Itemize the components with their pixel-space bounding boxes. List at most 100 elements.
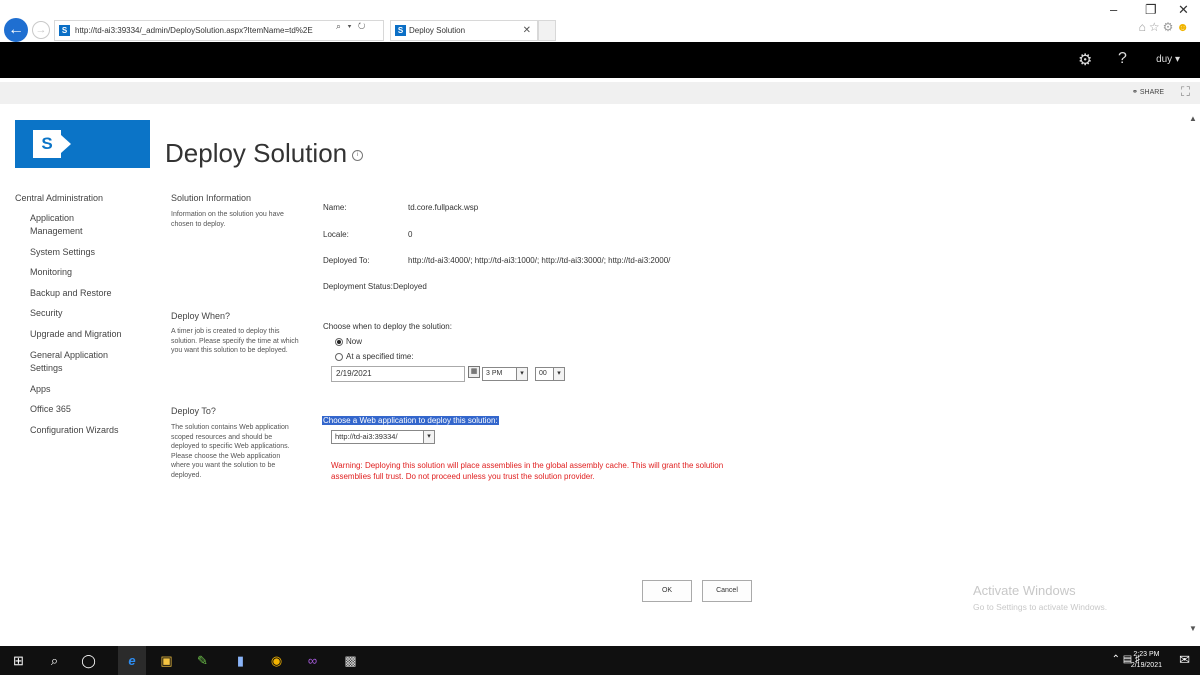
nav-item-application-management[interactable]: Application Management bbox=[30, 212, 125, 238]
date-input[interactable]: 2/19/2021 bbox=[331, 366, 465, 382]
radio-now-label: Now bbox=[346, 337, 363, 346]
scroll-up-icon[interactable]: ▲ bbox=[1189, 114, 1197, 123]
deployed-to-value: http://td-ai3:4000/; http://td-ai3:1000/… bbox=[408, 256, 671, 265]
nav-item-office-365[interactable]: Office 365 bbox=[30, 403, 125, 416]
taskbar-date: 2/19/2021 bbox=[1130, 662, 1162, 669]
sharepoint-arrow-icon bbox=[61, 135, 71, 153]
taskbar-time: 2:23 PM bbox=[1133, 651, 1160, 658]
sharepoint-favicon-icon: S bbox=[59, 25, 70, 36]
nav-item-general-application-settings[interactable]: General Application Settings bbox=[30, 349, 125, 375]
nav-item-apps[interactable]: Apps bbox=[30, 383, 125, 396]
activate-windows-title: Activate Windows bbox=[973, 583, 1076, 598]
help-icon[interactable]: ? bbox=[1118, 50, 1127, 68]
deployment-status-label: Deployment Status: bbox=[323, 282, 393, 291]
search-icon[interactable]: ⌕ bbox=[46, 652, 63, 669]
notification-icon[interactable]: ✉ bbox=[1179, 652, 1190, 668]
powershell-icon[interactable]: ▮ bbox=[232, 652, 249, 669]
address-bar[interactable]: S http://td-ai3:39334/_admin/DeploySolut… bbox=[54, 20, 384, 41]
chevron-down-icon: ▾ bbox=[1174, 54, 1180, 65]
new-tab-button[interactable] bbox=[538, 20, 556, 41]
info-icon[interactable]: i bbox=[352, 150, 363, 161]
settings-gear-icon[interactable]: ⚙ bbox=[1163, 20, 1177, 34]
hour-select[interactable]: 3 PM ▾ bbox=[482, 367, 528, 381]
nav-item-backup-restore[interactable]: Backup and Restore bbox=[30, 287, 125, 300]
search-icon[interactable]: ⌕ bbox=[336, 21, 343, 31]
windows-start-icon[interactable]: ⊞ bbox=[10, 652, 27, 669]
section-desc-solution-information: Information on the solution you have cho… bbox=[171, 211, 284, 228]
paint-icon[interactable]: ✎ bbox=[194, 652, 211, 669]
refresh-icon[interactable]: ↻ bbox=[358, 21, 368, 31]
page-scrollbar[interactable]: ▲ ▼ bbox=[1186, 110, 1200, 638]
nav-item-system-settings[interactable]: System Settings bbox=[30, 246, 125, 259]
suite-bar: ⚙ ? duy ▾ bbox=[0, 42, 1200, 78]
close-window-button[interactable]: ✕ bbox=[1178, 2, 1189, 18]
name-label: Name: bbox=[323, 203, 347, 212]
section-title-deploy-to: Deploy To? bbox=[171, 406, 216, 416]
radio-specified-label: At a specified time: bbox=[346, 352, 414, 361]
ribbon: ⚭ SHARE ⛶ bbox=[0, 82, 1200, 104]
deploy-when-prompt: Choose when to deploy the solution: bbox=[323, 322, 452, 331]
hour-value: 3 PM bbox=[486, 370, 503, 377]
file-explorer-icon[interactable]: ▣ bbox=[158, 652, 175, 669]
nav-item-security[interactable]: Security bbox=[30, 307, 125, 320]
web-application-value: http://td-ai3:39334/ bbox=[335, 432, 398, 441]
nav-item-configuration-wizards[interactable]: Configuration Wizards bbox=[30, 424, 125, 437]
forward-button[interactable]: → bbox=[32, 21, 50, 39]
task-view-icon[interactable]: ◯ bbox=[80, 652, 97, 669]
user-menu[interactable]: duy ▾ bbox=[1156, 54, 1180, 65]
internet-explorer-icon[interactable]: e bbox=[118, 646, 146, 675]
favorites-star-icon[interactable]: ☆ bbox=[1149, 20, 1163, 34]
share-icon: ⚭ bbox=[1132, 89, 1138, 96]
nav-item-upgrade-migration[interactable]: Upgrade and Migration bbox=[30, 328, 125, 341]
page-title: Deploy Solution bbox=[165, 138, 348, 168]
taskbar-clock[interactable]: 2:23 PM 2/19/2021 bbox=[1131, 649, 1162, 671]
browser-toolbar-icons: ⌂☆⚙☻ bbox=[1139, 20, 1192, 34]
sharepoint-s-icon: S bbox=[33, 130, 61, 158]
scroll-down-icon[interactable]: ▼ bbox=[1189, 624, 1197, 633]
section-title-solution-information: Solution Information bbox=[171, 193, 252, 203]
chevron-down-icon: ▾ bbox=[516, 368, 527, 380]
web-application-select[interactable]: http://td-ai3:39334/ ▾ bbox=[331, 430, 435, 444]
address-tools[interactable]: ⌕ ▾ ↻ bbox=[336, 21, 367, 32]
section-title-deploy-when: Deploy When? bbox=[171, 311, 231, 321]
solution-locale: 0 bbox=[408, 230, 413, 239]
close-tab-icon[interactable]: ✕ bbox=[523, 21, 531, 40]
chrome-icon[interactable]: ◉ bbox=[268, 652, 285, 669]
minimize-button[interactable]: – bbox=[1110, 2, 1117, 17]
address-url: http://td-ai3:39334/_admin/DeploySolutio… bbox=[75, 26, 313, 35]
focus-on-content-icon[interactable]: ⛶ bbox=[1181, 84, 1190, 100]
nav-item-monitoring[interactable]: Monitoring bbox=[30, 266, 125, 279]
nav-heading[interactable]: Central Administration bbox=[15, 193, 103, 203]
dropdown-icon[interactable]: ▾ bbox=[348, 21, 354, 31]
feedback-smiley-icon[interactable]: ☻ bbox=[1176, 20, 1192, 34]
radio-now-control[interactable] bbox=[335, 337, 343, 346]
minute-select[interactable]: 00 ▾ bbox=[535, 367, 565, 381]
cancel-button[interactable]: Cancel bbox=[702, 580, 752, 602]
home-icon[interactable]: ⌂ bbox=[1139, 20, 1149, 34]
app-icon[interactable]: ▩ bbox=[342, 652, 359, 669]
solution-name: td.core.fullpack.wsp bbox=[408, 203, 479, 212]
section-desc-deploy-to: The solution contains Web application sc… bbox=[171, 424, 290, 479]
ok-button[interactable]: OK bbox=[642, 580, 692, 602]
share-button[interactable]: ⚭ SHARE bbox=[1132, 88, 1164, 96]
radio-specified-control[interactable] bbox=[335, 352, 343, 361]
settings-gear-icon[interactable]: ⚙ bbox=[1078, 50, 1092, 70]
locale-label: Locale: bbox=[323, 230, 349, 239]
calendar-icon[interactable]: ▦ bbox=[468, 366, 480, 378]
section-desc-deploy-when: A timer job is created to deploy this so… bbox=[171, 328, 299, 354]
tab-title: Deploy Solution bbox=[409, 26, 466, 35]
windows-taskbar: ⊞ ⌕ ◯ e ▣ ✎ ▮ ◉ ∞ ▩ ⌃ ▤ ♯ 2:23 PM 2/19/2… bbox=[0, 646, 1200, 675]
back-button[interactable]: ← bbox=[4, 18, 28, 42]
radio-now[interactable]: Now bbox=[335, 337, 362, 346]
deployment-status-value: Deployed bbox=[393, 282, 427, 291]
chevron-down-icon: ▾ bbox=[423, 431, 434, 443]
visual-studio-icon[interactable]: ∞ bbox=[304, 652, 321, 669]
restore-button[interactable]: ❐ bbox=[1145, 2, 1157, 18]
warning-message: Warning: Deploying this solution will pl… bbox=[331, 461, 724, 481]
radio-specified-time[interactable]: At a specified time: bbox=[335, 352, 414, 361]
browser-title-bar: ← → S http://td-ai3:39334/_admin/DeployS… bbox=[0, 0, 1200, 42]
browser-tab[interactable]: S Deploy Solution ✕ bbox=[390, 20, 538, 41]
user-name: duy bbox=[1156, 54, 1173, 65]
sharepoint-logo[interactable]: S bbox=[15, 120, 150, 168]
tab-favicon-icon: S bbox=[395, 25, 406, 36]
